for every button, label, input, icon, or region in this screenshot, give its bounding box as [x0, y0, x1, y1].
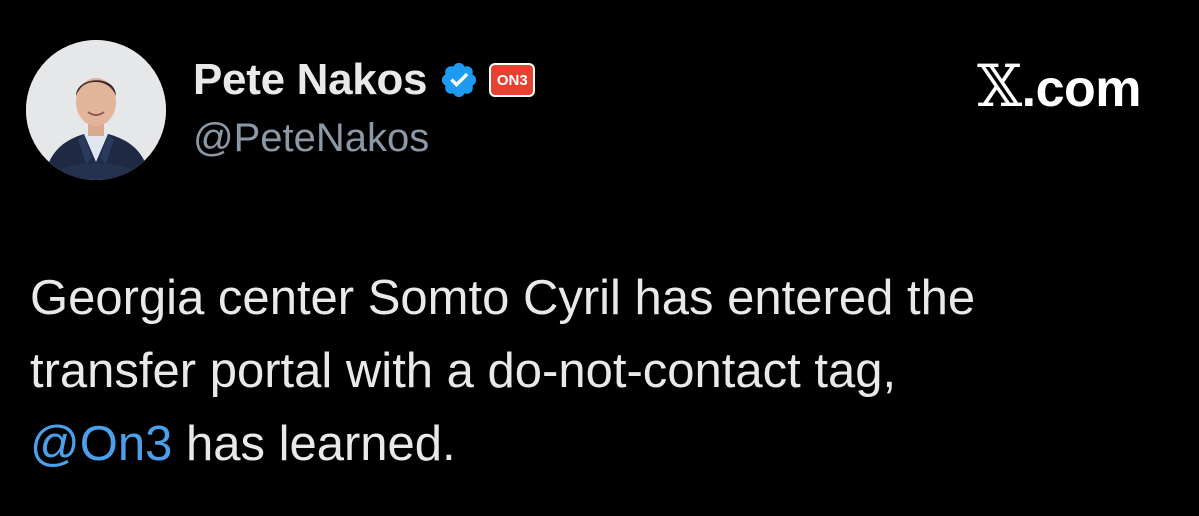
x-com-watermark: 𝕏.com	[977, 52, 1141, 120]
verified-badge-icon[interactable]	[439, 60, 479, 100]
tweet-line-3-rest: has learned.	[172, 417, 456, 471]
tweet-line-3: @On3 has learned.	[30, 408, 1170, 481]
tweet-text: Georgia center Somto Cyril has entered t…	[30, 262, 1170, 481]
author-handle[interactable]: @PeteNakos	[193, 116, 429, 161]
avatar[interactable]	[26, 40, 166, 180]
tweet-line-2: transfer portal with a do-not-contact ta…	[30, 344, 897, 398]
mention-link[interactable]: @On3	[30, 417, 172, 471]
tweet-line-1: Georgia center Somto Cyril has entered t…	[30, 271, 976, 325]
x-logo-icon: 𝕏	[977, 52, 1022, 120]
watermark-domain: .com	[1021, 60, 1142, 118]
avatar-photo-icon	[26, 40, 166, 180]
author-name-row: Pete Nakos ON3	[193, 54, 536, 106]
author-display-name[interactable]: Pete Nakos	[193, 55, 428, 105]
on3-badge-icon[interactable]: ON3	[489, 63, 536, 97]
